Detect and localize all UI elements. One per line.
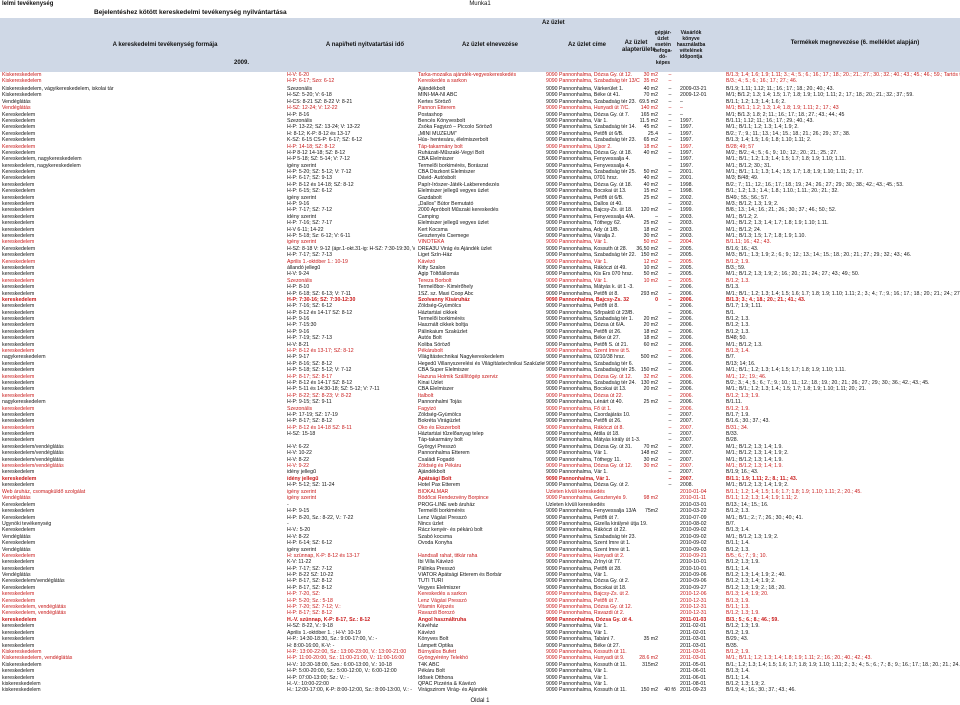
header-cim: Az üzlet címe (567, 42, 606, 48)
year-label: 2009. (234, 60, 250, 66)
table-section-a: Kiskereskedelem H-V: 6-20 Tarka-mozaika aj… (0, 72, 960, 85)
cell-nev: Kereskedés a sarkon (418, 78, 467, 85)
sheet-title: Munka1 (469, 1, 491, 7)
header-vasarloi-konyv: Vásárlók könyve használatba vételének id… (676, 30, 706, 60)
header-group-uzlet: Az üzlet (542, 20, 565, 26)
cell-gep: – (668, 482, 672, 489)
header-alapterulet: Az üzlet alapterülete (622, 40, 656, 53)
header-termekek: Termékek megnevezése (6. melléklet alapj… (790, 40, 920, 46)
cell-nyitva: H-P: 5-12; SZ: 11-24 (287, 482, 335, 489)
page-footer: Oldal 1 (470, 698, 490, 704)
table-row: kiskereskedelem H.: 12:00-17:00, K-P: 8:0… (0, 687, 960, 693)
document-banner: Bejelentéshez kötött kereskedelmi tevéke… (94, 9, 287, 16)
cell-cim: 9090 Pannonhalma, Ravazdi út 2. (546, 610, 625, 617)
cell-termek: B/1.9; 4.; 16.; 30.; 37.; 43.; 46. (726, 687, 796, 694)
cell-cim: 9090 Pannonhalma, Dózsa Gy. út 2. (546, 482, 630, 489)
cell-forma: kiskereskedelem (2, 687, 41, 694)
cell-termek: M/1.; B/1.2; 1.3; 1.4; 1.9; 2. (726, 482, 789, 489)
cell-ter: 150 m2 (640, 687, 658, 694)
cell-ido: 2011-09-23 (680, 687, 707, 694)
table-section-c: Web áruház, csomagküldő szolgálat igény s… (0, 489, 960, 617)
cell-nev: Virágszirom Virág- és Ajándék (418, 687, 488, 694)
cell-ter: 35 m2 (643, 78, 658, 85)
table-row: kereskedelem H-P: 5-12; SZ: 11-24 Hotel Pa… (0, 482, 960, 488)
cell-ido: 2008. (680, 482, 693, 489)
header-nyitva: A napi/heti nyitvatartási idő (325, 42, 405, 48)
table-section-b: Kiskereskedelem, vágyikereskedelem, isko… (0, 86, 960, 489)
header-elnevezes: Az üzlet elnevezése (461, 42, 519, 48)
cell-termek: B/1.2; 1.3; 1.9. (726, 610, 760, 617)
cell-forma: Kereskedelem, vendéglátás (2, 610, 67, 617)
table-row: Kiskereskedelem H-P: 6-17; Szo: 6-12 Keres… (0, 78, 960, 84)
table-header: Az üzlet A kereskedelmi tevékenység form… (0, 18, 960, 72)
cell-nyitva: H-P: 8-17; SZ: 8-12 (287, 610, 332, 617)
table-row: Kereskedelem, vendéglátás H-P: 8-17; SZ: … (0, 610, 960, 616)
cell-nev: Ravazdi Borozó (418, 610, 455, 617)
cell-nyitva: H-P: 6-17; Szo: 6-12 (287, 78, 335, 85)
header-gepjarmu: gépjár- üzlet esetén befoga- dó- képes (653, 30, 673, 66)
cell-gep: 40 fő (664, 687, 676, 694)
top-left-label: lelmi tevékenység (2, 1, 54, 7)
header-forma: A kereskedelmi tevékenység formája (112, 42, 218, 48)
cell-forma: kereskedelem (2, 482, 35, 489)
cell-termek: B/3.; 4.; 5.; 6.; 16.; 17.; 27.; 46. (726, 78, 798, 85)
table-section-d: kereskedelem H.-V. szünnap, K-P: 8-17, Sz… (0, 617, 960, 694)
cell-ido: 2010-12-31 (680, 610, 707, 617)
cell-gep: – (668, 78, 672, 85)
cell-forma: Kiskereskedelem (2, 78, 42, 85)
cell-nyitva: H.: 12:00-17:00, K-P: 8:00-12:00, Sz.: 8… (287, 687, 412, 694)
cell-nev: Hotel Pax Étterem (418, 482, 461, 489)
